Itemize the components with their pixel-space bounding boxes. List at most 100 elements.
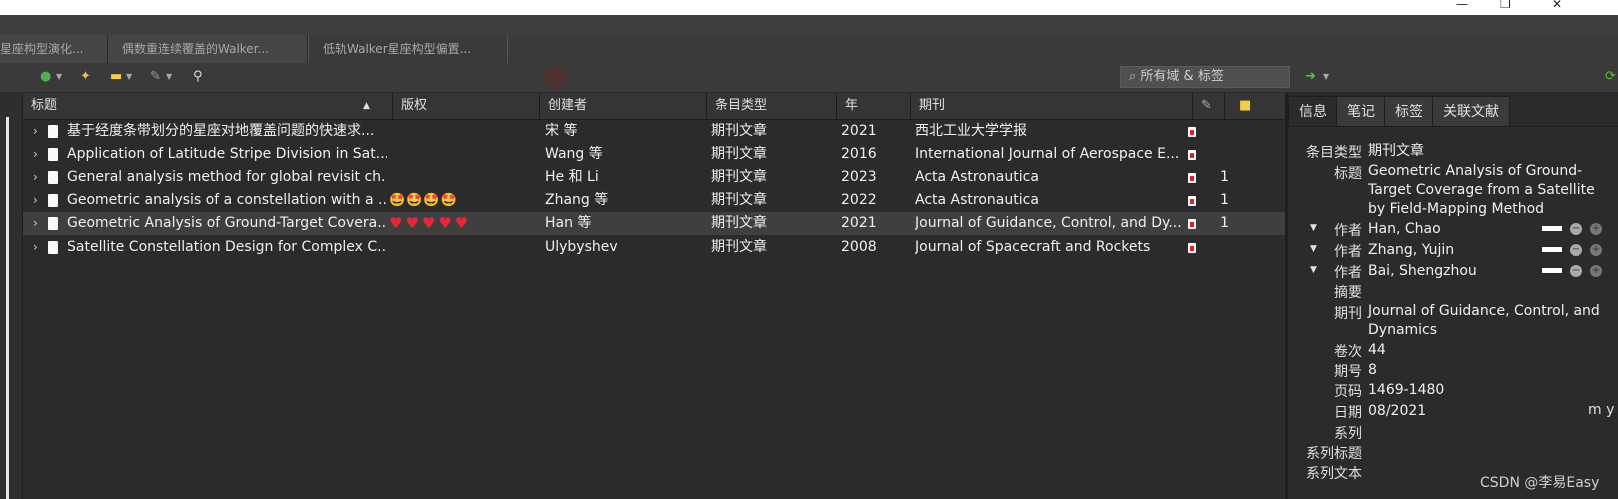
chevron-right-icon[interactable]: ›	[33, 143, 38, 166]
cursor-highlight-icon	[544, 65, 568, 89]
tab-document-1[interactable]: 星座构型演化...	[0, 35, 108, 64]
document-icon	[48, 241, 58, 254]
plus-circle-icon[interactable]: ●	[40, 69, 51, 85]
search-field[interactable]: ⌕ 所有域 & 标签	[1120, 66, 1290, 88]
remove-author-icon[interactable]: −	[1570, 244, 1582, 256]
table-row[interactable]: › Geometric analysis of a constellation …	[23, 189, 1285, 212]
cell-publication: 西北工业大学学报	[915, 123, 1027, 139]
dropdown-arrow-icon[interactable]: ▼	[166, 69, 172, 85]
pdf-attachment-icon[interactable]	[1188, 150, 1196, 160]
window-title-bar: — ❐ ✕	[0, 0, 1618, 15]
field-title[interactable]: Geometric Analysis of Ground-Target Cove…	[1368, 162, 1613, 219]
chevron-right-icon[interactable]: ›	[33, 120, 38, 143]
collection-pane-strip	[6, 117, 9, 499]
chevron-right-icon[interactable]: ›	[33, 189, 38, 212]
tab-info[interactable]: 信息	[1288, 96, 1338, 127]
field-date[interactable]: 08/2021	[1368, 402, 1618, 421]
pdf-attachment-icon[interactable]	[1188, 243, 1196, 253]
column-header-publication[interactable]: 期刊	[911, 93, 1193, 119]
remove-author-icon[interactable]: −	[1570, 265, 1582, 277]
magnifier-icon: ⌕	[1129, 69, 1137, 84]
arrow-right-icon[interactable]: ➜	[1305, 69, 1316, 85]
cell-title: General analysis method for global revis…	[67, 169, 387, 185]
pdf-attachment-icon[interactable]	[1188, 219, 1196, 229]
tab-divider	[1288, 126, 1618, 127]
cell-creator: Zhang 等	[545, 192, 609, 208]
column-header-item-type[interactable]: 条目类型	[707, 93, 837, 119]
item-list: 标题 ▲ 版权 创建者 条目类型 年 期刊 ✎ ■ › 基于经度条带划分的星座对…	[23, 93, 1285, 499]
document-icon	[48, 171, 58, 184]
paperclip-icon[interactable]: ✎	[150, 69, 161, 85]
chevron-right-icon[interactable]: ›	[33, 236, 38, 259]
tab-related-label: 关联文献	[1443, 104, 1499, 120]
sync-icon[interactable]: ⟳	[1605, 69, 1616, 85]
chevron-right-icon[interactable]: ›	[33, 166, 38, 189]
add-author-icon[interactable]: +	[1590, 223, 1602, 235]
table-row[interactable]: › Satellite Constellation Design for Com…	[23, 236, 1285, 259]
magic-wand-icon[interactable]: ✦	[80, 69, 91, 85]
field-publication[interactable]: Journal of Guidance, Control, and Dynami…	[1368, 302, 1613, 340]
dropdown-arrow-icon[interactable]: ▼	[56, 69, 62, 85]
field-pages[interactable]: 1469-1480	[1368, 381, 1618, 400]
field-volume[interactable]: 44	[1368, 341, 1618, 360]
dropdown-arrow-icon[interactable]: ▼	[1323, 69, 1329, 85]
pdf-attachment-icon[interactable]	[1188, 173, 1196, 183]
tab-notes[interactable]: 笔记	[1336, 96, 1386, 127]
column-header-notes[interactable]: ■	[1225, 93, 1285, 119]
cell-notes: 1	[1220, 192, 1229, 208]
dropdown-arrow-icon[interactable]: ▼	[126, 69, 132, 85]
field-issue[interactable]: 8	[1368, 361, 1618, 380]
cell-creator: 宋 等	[545, 123, 578, 139]
table-row[interactable]: › Application of Latitude Stripe Divisio…	[23, 143, 1285, 166]
cell-title: Application of Latitude Stripe Division …	[67, 146, 387, 162]
tab-related[interactable]: 关联文献	[1432, 96, 1510, 127]
tab-info-label: 信息	[1299, 104, 1327, 120]
field-item-type[interactable]: 期刊文章	[1368, 142, 1618, 161]
remove-author-icon[interactable]: −	[1570, 223, 1582, 235]
creator-type-toggle[interactable]	[1542, 247, 1562, 252]
watermark-text: CSDN @李易Easy	[1480, 475, 1600, 491]
cell-year: 2021	[841, 215, 877, 231]
column-header-creator[interactable]: 创建者	[540, 93, 707, 119]
column-header-title[interactable]: 标题 ▲	[23, 93, 393, 119]
pdf-attachment-icon[interactable]	[1188, 127, 1196, 137]
chevron-right-icon[interactable]: ›	[33, 212, 38, 235]
document-icon	[48, 194, 58, 207]
cell-notes: 1	[1220, 169, 1229, 185]
column-year-label: 年	[845, 98, 859, 113]
tab-document-3[interactable]: 低轨Walker星座构型偏置...	[308, 35, 508, 64]
column-header-year[interactable]: 年	[837, 93, 911, 119]
tab-tags[interactable]: 标签	[1384, 96, 1434, 127]
pdf-attachment-icon[interactable]	[1188, 196, 1196, 206]
field-label-author: 作者	[1334, 244, 1362, 260]
tab-label: 低轨Walker星座构型偏置...	[323, 42, 472, 56]
field-label-author: 作者	[1334, 265, 1362, 281]
add-author-icon[interactable]: +	[1590, 265, 1602, 277]
search-icon[interactable]: ⚲	[193, 69, 203, 85]
creator-type-toggle[interactable]	[1542, 226, 1562, 231]
minimize-icon[interactable]: —	[1456, 0, 1468, 11]
column-header-rights[interactable]: 版权	[393, 93, 540, 119]
tab-label: 星座构型演化...	[0, 42, 84, 56]
field-label-series-title: 系列标题	[1306, 446, 1362, 462]
table-row-selected[interactable]: › Geometric Analysis of Ground-Target Co…	[23, 212, 1285, 235]
table-row[interactable]: › General analysis method for global rev…	[23, 166, 1285, 189]
column-rights-label: 版权	[401, 98, 428, 113]
restore-icon[interactable]: ❐	[1500, 0, 1511, 11]
search-field-text: 所有域 & 标签	[1140, 69, 1224, 84]
item-pane: 信息 笔记 标签 关联文献 条目类型 期刊文章 标题 Geometric Ana…	[1288, 93, 1618, 499]
cell-item-type: 期刊文章	[711, 169, 767, 185]
tab-document-2[interactable]: 偶数重连续覆盖的Walker...	[108, 35, 308, 64]
column-header-attachments[interactable]: ✎	[1193, 93, 1225, 119]
cell-creator: Han 等	[545, 215, 592, 231]
sort-ascending-icon: ▲	[363, 101, 370, 111]
close-icon[interactable]: ✕	[1552, 0, 1562, 11]
column-header-row: 标题 ▲ 版权 创建者 条目类型 年 期刊 ✎ ■	[23, 93, 1285, 120]
document-icon	[48, 217, 58, 230]
creator-type-toggle[interactable]	[1542, 268, 1562, 273]
cell-title: Geometric analysis of a constellation wi…	[67, 192, 387, 208]
field-label-title: 标题	[1334, 166, 1362, 182]
table-row[interactable]: › 基于经度条带划分的星座对地覆盖问题的快速求... 宋 等 期刊文章 2021…	[23, 120, 1285, 143]
add-author-icon[interactable]: +	[1590, 244, 1602, 256]
note-icon[interactable]: ▬	[110, 69, 122, 85]
